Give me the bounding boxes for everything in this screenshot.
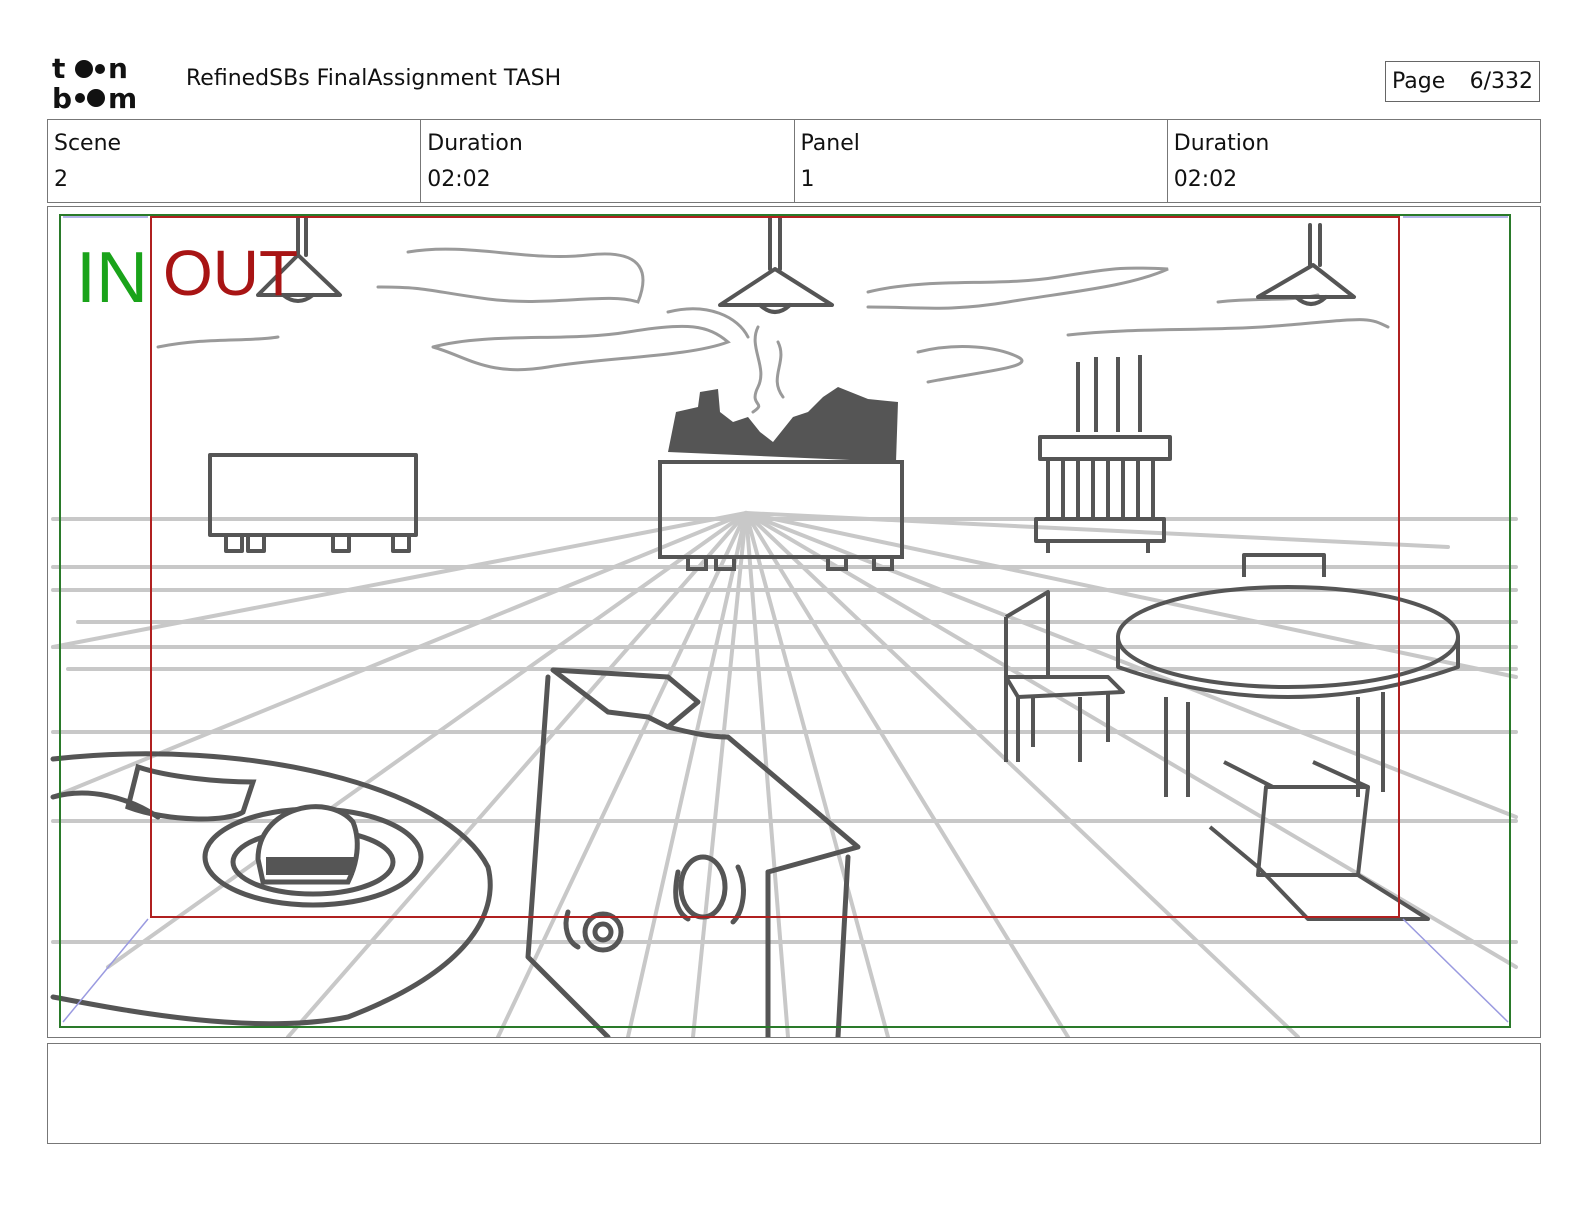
panel-duration-value: 02:02 — [1173, 167, 1238, 192]
panel-info-table: Scene 2 Duration 02:02 Panel 1 Duration … — [47, 119, 1541, 203]
svg-text:n: n — [108, 52, 128, 85]
foreground-toaster — [525, 667, 861, 1037]
hanging-lamps — [256, 215, 1356, 314]
scene-duration-value: 02:02 — [427, 167, 491, 192]
svg-text:m: m — [108, 82, 137, 112]
foreground-table-plate — [50, 751, 493, 1027]
out-label: OUT — [163, 237, 298, 309]
page-label: Page — [1392, 69, 1446, 94]
toon-boom-logo: t n b m — [52, 52, 137, 112]
document-title: RefinedSBs FinalAssignment TASH — [186, 66, 562, 91]
scene-label: Scene — [54, 131, 122, 156]
panel-duration-label: Duration — [1173, 131, 1270, 156]
perspective-grid — [51, 511, 1518, 1037]
panel-sketch: IN OUT — [50, 214, 1518, 1037]
panel-notes-box — [47, 1043, 1541, 1144]
scene-value: 2 — [54, 167, 68, 192]
page-indicator: Page 6/332 — [1385, 61, 1540, 102]
round-table-and-chairs — [1004, 553, 1460, 921]
center-booth-silhouettes — [658, 387, 904, 571]
back-left-table — [208, 453, 418, 553]
panel-value: 1 — [800, 167, 815, 192]
panel-label: Panel — [800, 131, 860, 156]
page-number: 6/332 — [1469, 69, 1533, 94]
svg-text:b: b — [52, 82, 72, 112]
panel-duration-cell: Duration 02:02 — [1168, 120, 1540, 202]
scene-duration-label: Duration — [427, 131, 523, 156]
storyboard-panel: IN OUT — [47, 206, 1541, 1038]
back-right-shelf — [1034, 355, 1172, 553]
smoke-clouds — [156, 247, 1390, 414]
svg-text:t: t — [52, 52, 65, 85]
scene-duration-cell: Duration 02:02 — [421, 120, 795, 202]
panel-cell: Panel 1 — [795, 120, 1168, 202]
scene-cell: Scene 2 — [48, 120, 422, 202]
in-label: IN — [76, 238, 148, 318]
